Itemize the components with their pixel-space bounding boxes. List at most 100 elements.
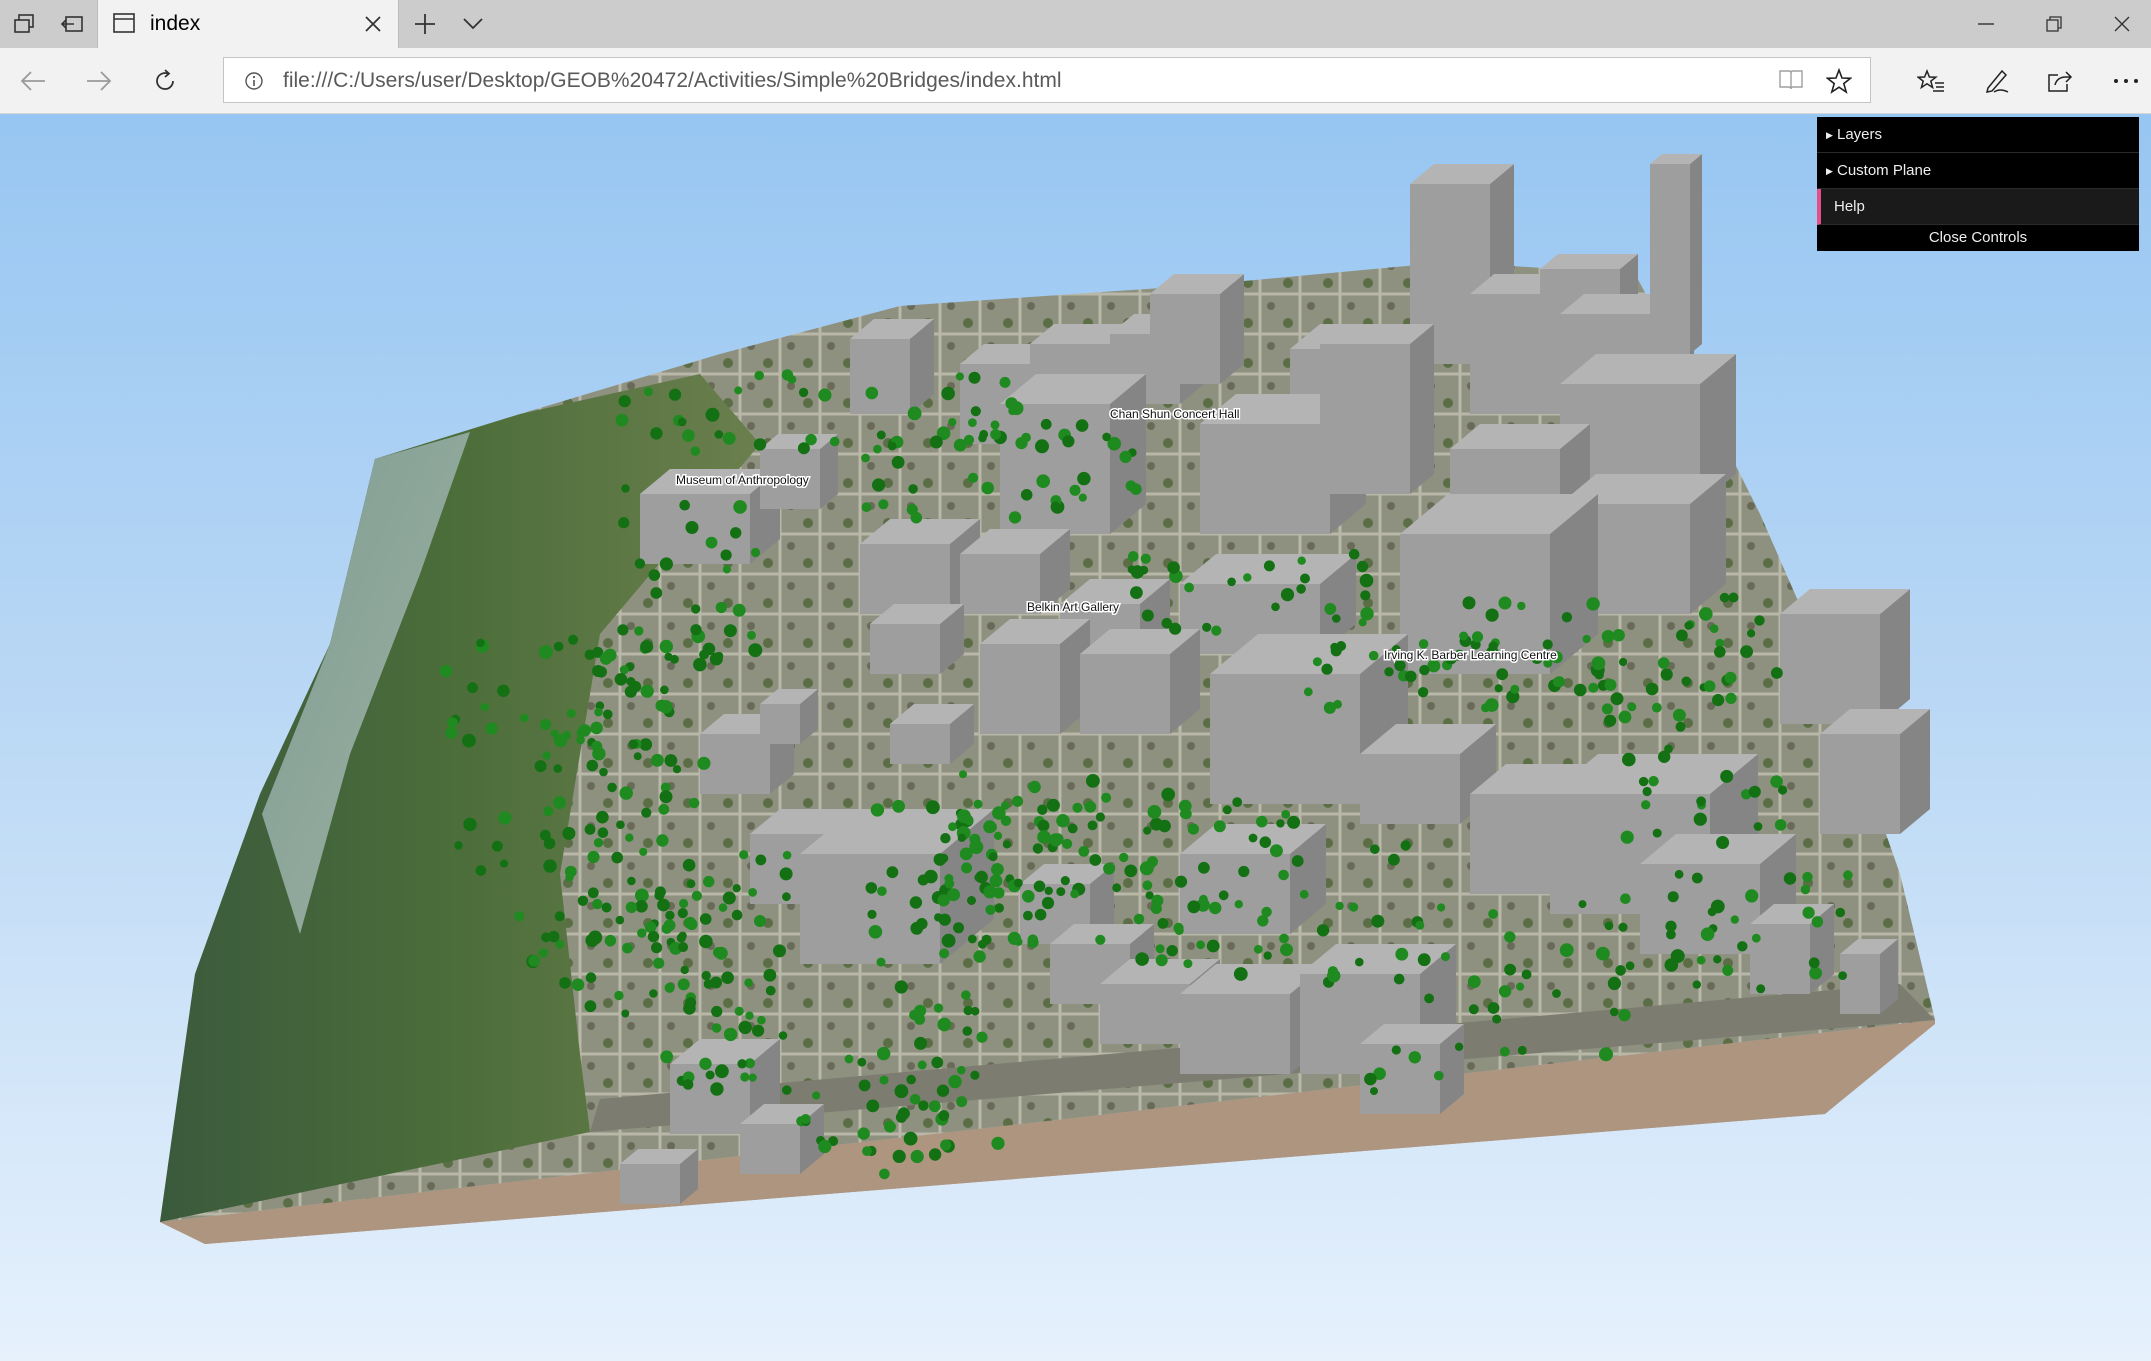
tree-marker [1740,645,1753,658]
tab-index[interactable]: index [97,0,399,48]
tree-marker [1184,582,1194,593]
tree-marker [1002,840,1012,849]
tree-marker [991,1136,1005,1150]
tree-marker [650,587,663,599]
tree-marker [1103,862,1116,875]
star-icon[interactable] [1825,67,1853,99]
tree-marker [1703,680,1716,692]
refresh-icon[interactable] [140,56,190,106]
tree-marker [1300,573,1310,584]
tree-marker [914,1013,926,1025]
more-icon[interactable] [2101,56,2151,106]
tree-marker [990,420,1000,430]
tree-marker [941,386,955,401]
book-icon[interactable] [1778,68,1804,97]
tree-marker [753,438,767,451]
tree-marker [1783,872,1797,885]
forward-arrow-icon[interactable] [74,56,124,106]
close-tab-icon[interactable] [364,15,382,38]
tree-marker [1218,890,1229,901]
minimize-icon[interactable] [1952,0,2020,48]
tree-marker [1601,703,1613,715]
tree-marker [862,1146,872,1156]
tree-marker [703,875,715,888]
tree-marker [639,847,648,856]
tree-marker [1619,657,1628,667]
tree-marker [754,370,764,381]
tree-marker [1364,1072,1377,1086]
favorites-icon[interactable] [1906,56,1956,106]
tree-marker [682,858,696,872]
tree-marker [782,892,791,902]
pen-icon[interactable] [1972,56,2022,106]
tree-marker [1405,670,1417,683]
help-button[interactable]: Help [1817,189,2139,225]
tree-marker [782,1085,792,1095]
tree-marker [445,726,458,739]
tree-marker [917,874,929,886]
tree-marker [1492,1014,1502,1024]
tree-marker [1710,899,1725,914]
plus-icon[interactable] [401,0,449,48]
building-face [620,1164,680,1204]
restore-icon[interactable] [2020,0,2088,48]
tree-marker [711,1023,722,1033]
layers-folder[interactable]: ▶ Layers [1817,117,2139,153]
tree-marker [1811,916,1824,928]
tree-marker [1582,634,1591,644]
building-face [850,339,910,414]
tree-marker [616,820,625,829]
tree-marker [1835,907,1846,918]
address-bar[interactable]: file:///C:/Users/user/Desktop/GEOB%20472… [223,57,1871,103]
campus-3d-scene[interactable]: Museum of Anthropology Chan Shun Concert… [0,114,2151,1361]
tree-marker [961,862,973,874]
tree-marker [562,826,576,840]
tree-marker [1209,901,1222,915]
tree-marker [1771,667,1783,679]
tree-marker [553,764,562,773]
navigation-bar: file:///C:/Users/user/Desktop/GEOB%20472… [0,48,2151,114]
chevron-down-icon[interactable] [449,0,497,48]
tree-marker [744,978,753,987]
tree-marker [1712,694,1725,707]
tree-marker [754,915,766,927]
back-arrow-icon[interactable] [8,56,58,106]
tree-marker [1843,870,1853,880]
tree-marker [1494,684,1503,693]
tree-marker [1196,940,1205,950]
tree-marker [861,502,872,512]
tree-marker [844,1054,854,1064]
tree-marker [1022,890,1035,903]
map-viewport[interactable]: Museum of Anthropology Chan Shun Concert… [0,114,2151,1361]
set-aside-tabs-icon[interactable] [48,0,96,48]
share-icon[interactable] [2035,56,2085,106]
tree-marker [738,1020,752,1035]
tree-marker [970,406,981,417]
tree-marker [957,1065,966,1075]
tree-marker [1665,920,1677,932]
tree-marker [656,834,669,847]
tree-marker [491,840,503,852]
custom-plane-folder[interactable]: ▶ Custom Plane [1817,153,2139,189]
tree-marker [601,902,612,913]
tree-marker [703,979,714,989]
tree-marker [1591,656,1606,671]
tree-marker [956,1096,968,1108]
tree-marker [1078,493,1087,502]
tree-marker [693,657,707,672]
info-icon[interactable] [244,71,264,96]
tree-marker [917,1060,927,1070]
tree-marker [1424,993,1434,1004]
tree-marker [1809,966,1822,980]
tree-marker [1751,933,1761,943]
close-window-icon[interactable] [2088,0,2151,48]
tree-marker [1612,629,1625,642]
tree-marker [659,700,673,714]
tabs-icon[interactable] [0,0,48,48]
tree-marker [590,721,603,735]
close-controls-button[interactable]: Close Controls [1817,225,2139,251]
tree-marker [1198,861,1210,874]
tree-marker [1036,474,1050,489]
caret-right-icon: ▶ [1826,166,1833,176]
building-face [1360,754,1460,824]
